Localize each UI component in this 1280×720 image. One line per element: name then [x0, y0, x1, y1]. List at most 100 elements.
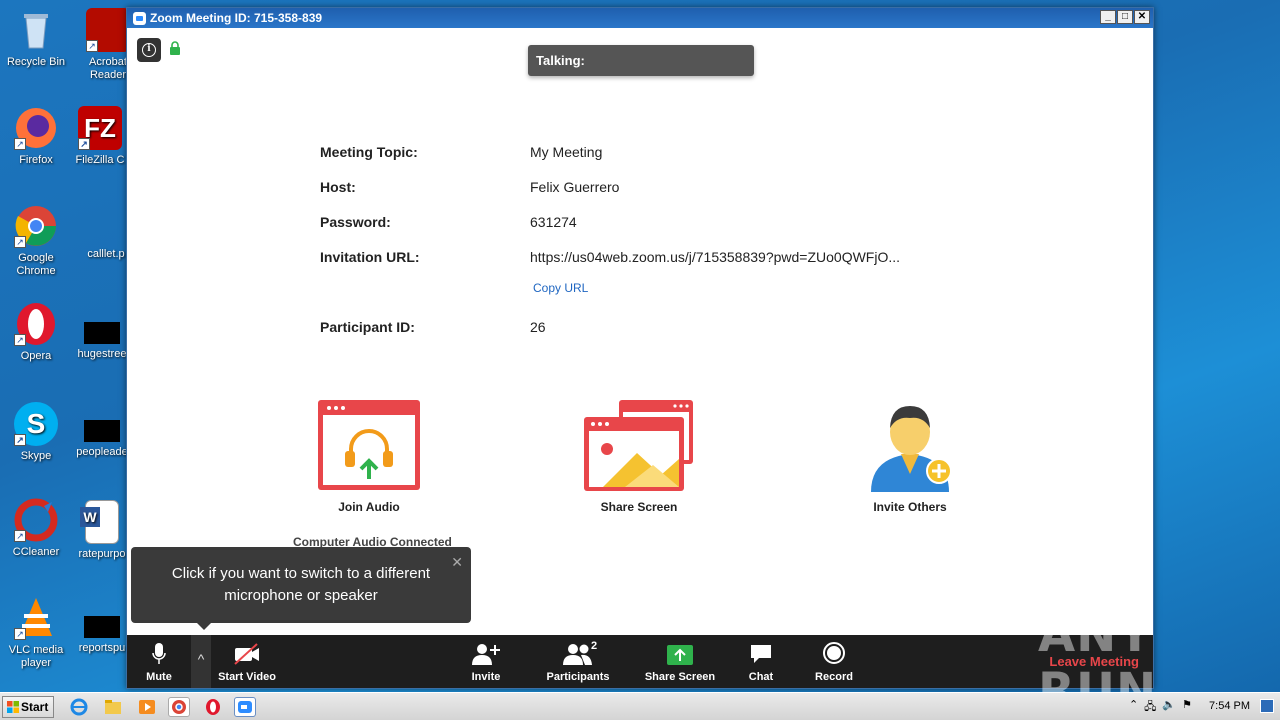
password-label: Password: [320, 214, 391, 230]
icon-label: Skype [20, 450, 52, 462]
desktop-icon-vlc[interactable]: ↗ VLC media player [0, 596, 72, 670]
tooltip-close-icon[interactable]: ✕ [451, 551, 463, 573]
share-screen-label: Share Screen [600, 500, 678, 514]
chat-button[interactable]: Chat [741, 635, 781, 688]
participants-button[interactable]: 2 Participants [543, 635, 613, 688]
participants-icon [563, 644, 592, 665]
participant-id-label: Participant ID: [320, 319, 415, 335]
video-camera-off-icon [234, 643, 259, 665]
invitation-url-label: Invitation URL: [320, 249, 420, 265]
network-icon[interactable]: 🖧 [1144, 698, 1156, 717]
meeting-toolbar: Mute ^ Start Video Invite 2 Participants… [127, 635, 1153, 688]
word-document-icon: W [80, 500, 119, 544]
system-tray: ⌃ 🖧 🔈 ⚑ [1129, 698, 1192, 717]
share-screen-action[interactable]: Share Screen [583, 399, 695, 514]
show-hidden-icons-icon[interactable]: ⌃ [1129, 698, 1138, 717]
lock-icon[interactable] [169, 41, 181, 55]
icon-label: Firefox [19, 154, 53, 166]
talking-label: Talking: [536, 53, 585, 68]
window-title: Zoom Meeting ID: 715-358-839 [150, 11, 323, 25]
start-video-label: Start Video [218, 671, 276, 683]
desktop-icon-chrome[interactable]: ↗ Google Chrome [0, 204, 72, 278]
windows-taskbar: Start ⌃ 🖧 🔈 ⚑ 7:54 PM [0, 692, 1280, 720]
headphones-icon [318, 400, 420, 490]
password-value: 631274 [530, 214, 577, 230]
desktop-icon-skype[interactable]: S ↗ Skype [0, 402, 72, 463]
share-screen-button[interactable]: Share Screen [643, 635, 717, 688]
window-titlebar[interactable]: Zoom Meeting ID: 715-358-839 _ □ ✕ [127, 8, 1153, 28]
maximize-button[interactable]: □ [1117, 10, 1133, 24]
host-value: Felix Guerrero [530, 179, 620, 195]
zoom-meeting-window: Zoom Meeting ID: 715-358-839 _ □ ✕ i Tal… [126, 7, 1154, 689]
meeting-info-button[interactable]: i [137, 38, 161, 62]
audio-switch-tooltip: ✕ Click if you want to switch to a diffe… [131, 547, 471, 630]
chat-bubble-icon [751, 645, 771, 663]
firefox-icon: ↗ [14, 106, 58, 150]
meeting-topic-label: Meeting Topic: [320, 144, 418, 160]
copy-url-link[interactable]: Copy URL [533, 281, 588, 295]
mute-button[interactable]: Mute [127, 635, 191, 688]
show-desktop-icon[interactable] [1260, 699, 1274, 713]
tooltip-arrow [197, 623, 211, 630]
desktop-icon-ccleaner[interactable]: ↗ CCleaner [0, 498, 72, 559]
start-video-button[interactable]: Start Video [211, 635, 283, 688]
opera-icon: ↗ [14, 302, 58, 346]
acrobat-icon: ↗ [86, 8, 130, 52]
chrome-icon: ↗ [14, 204, 58, 248]
desktop-icon-opera[interactable]: ↗ Opera [0, 302, 72, 363]
audio-options-chevron-icon[interactable]: ^ [191, 635, 211, 688]
media-player-taskbar-icon[interactable] [136, 697, 158, 717]
host-label: Host: [320, 179, 356, 195]
zoom-logo-icon [133, 11, 146, 25]
tooltip-text: Click if you want to switch to a differe… [171, 565, 431, 604]
close-button[interactable]: ✕ [1134, 10, 1150, 24]
share-screen-icon [584, 400, 693, 491]
meeting-content: i Talking: Meeting Topic: My Meeting Hos… [127, 28, 1153, 635]
chrome-taskbar-icon[interactable] [168, 697, 190, 717]
filezilla-icon: FZ ↗ [78, 106, 122, 150]
file-icon [84, 322, 120, 344]
file-icon [84, 420, 120, 442]
minimize-button[interactable]: _ [1100, 10, 1116, 24]
add-person-icon [871, 406, 952, 492]
file-explorer-taskbar-icon[interactable] [102, 697, 124, 717]
participant-id-value: 26 [530, 319, 546, 335]
share-screen-toolbar-label: Share Screen [644, 671, 716, 683]
ccleaner-icon: ↗ [14, 498, 58, 542]
start-label: Start [21, 700, 49, 714]
microphone-icon [152, 643, 166, 664]
chat-label: Chat [748, 671, 774, 683]
opera-taskbar-icon[interactable] [202, 697, 224, 717]
icon-label: VLC media player [8, 644, 64, 669]
volume-icon[interactable]: 🔈 [1162, 698, 1176, 717]
icon-label: Recycle Bin [6, 56, 66, 68]
invite-label: Invite [471, 671, 501, 683]
internet-explorer-taskbar-icon[interactable] [68, 697, 90, 717]
file-icon [84, 616, 120, 638]
invite-others-label: Invite Others [873, 500, 947, 514]
invite-person-icon [472, 644, 500, 665]
record-button[interactable]: Record [811, 635, 857, 688]
vlc-icon: ↗ [14, 596, 58, 640]
join-audio-button[interactable]: Join Audio [317, 399, 421, 514]
meeting-topic-value: My Meeting [530, 144, 603, 160]
invite-others-button[interactable]: Invite Others [857, 392, 963, 514]
desktop-icon-recycle-bin[interactable]: Recycle Bin [0, 8, 72, 69]
zoom-taskbar-icon[interactable] [234, 697, 256, 717]
invite-button[interactable]: Invite [461, 635, 511, 688]
icon-label: CCleaner [12, 546, 60, 558]
invitation-url-value: https://us04web.zoom.us/j/715358839?pwd=… [530, 249, 901, 265]
icon-label: Opera [20, 350, 52, 362]
join-audio-label: Join Audio [338, 500, 400, 514]
action-center-flag-icon[interactable]: ⚑ [1182, 698, 1192, 717]
skype-icon: S ↗ [14, 402, 58, 446]
taskbar-clock[interactable]: 7:54 PM [1209, 700, 1250, 712]
participants-label: Participants [546, 671, 610, 683]
info-icon: i [142, 43, 156, 57]
start-button[interactable]: Start [2, 696, 54, 718]
icon-label: Google Chrome [16, 252, 56, 277]
desktop-icon-firefox[interactable]: ↗ Firefox [0, 106, 72, 167]
windows-flag-icon [7, 701, 19, 713]
share-screen-arrow-icon [667, 645, 693, 665]
recycle-bin-icon [14, 8, 58, 52]
